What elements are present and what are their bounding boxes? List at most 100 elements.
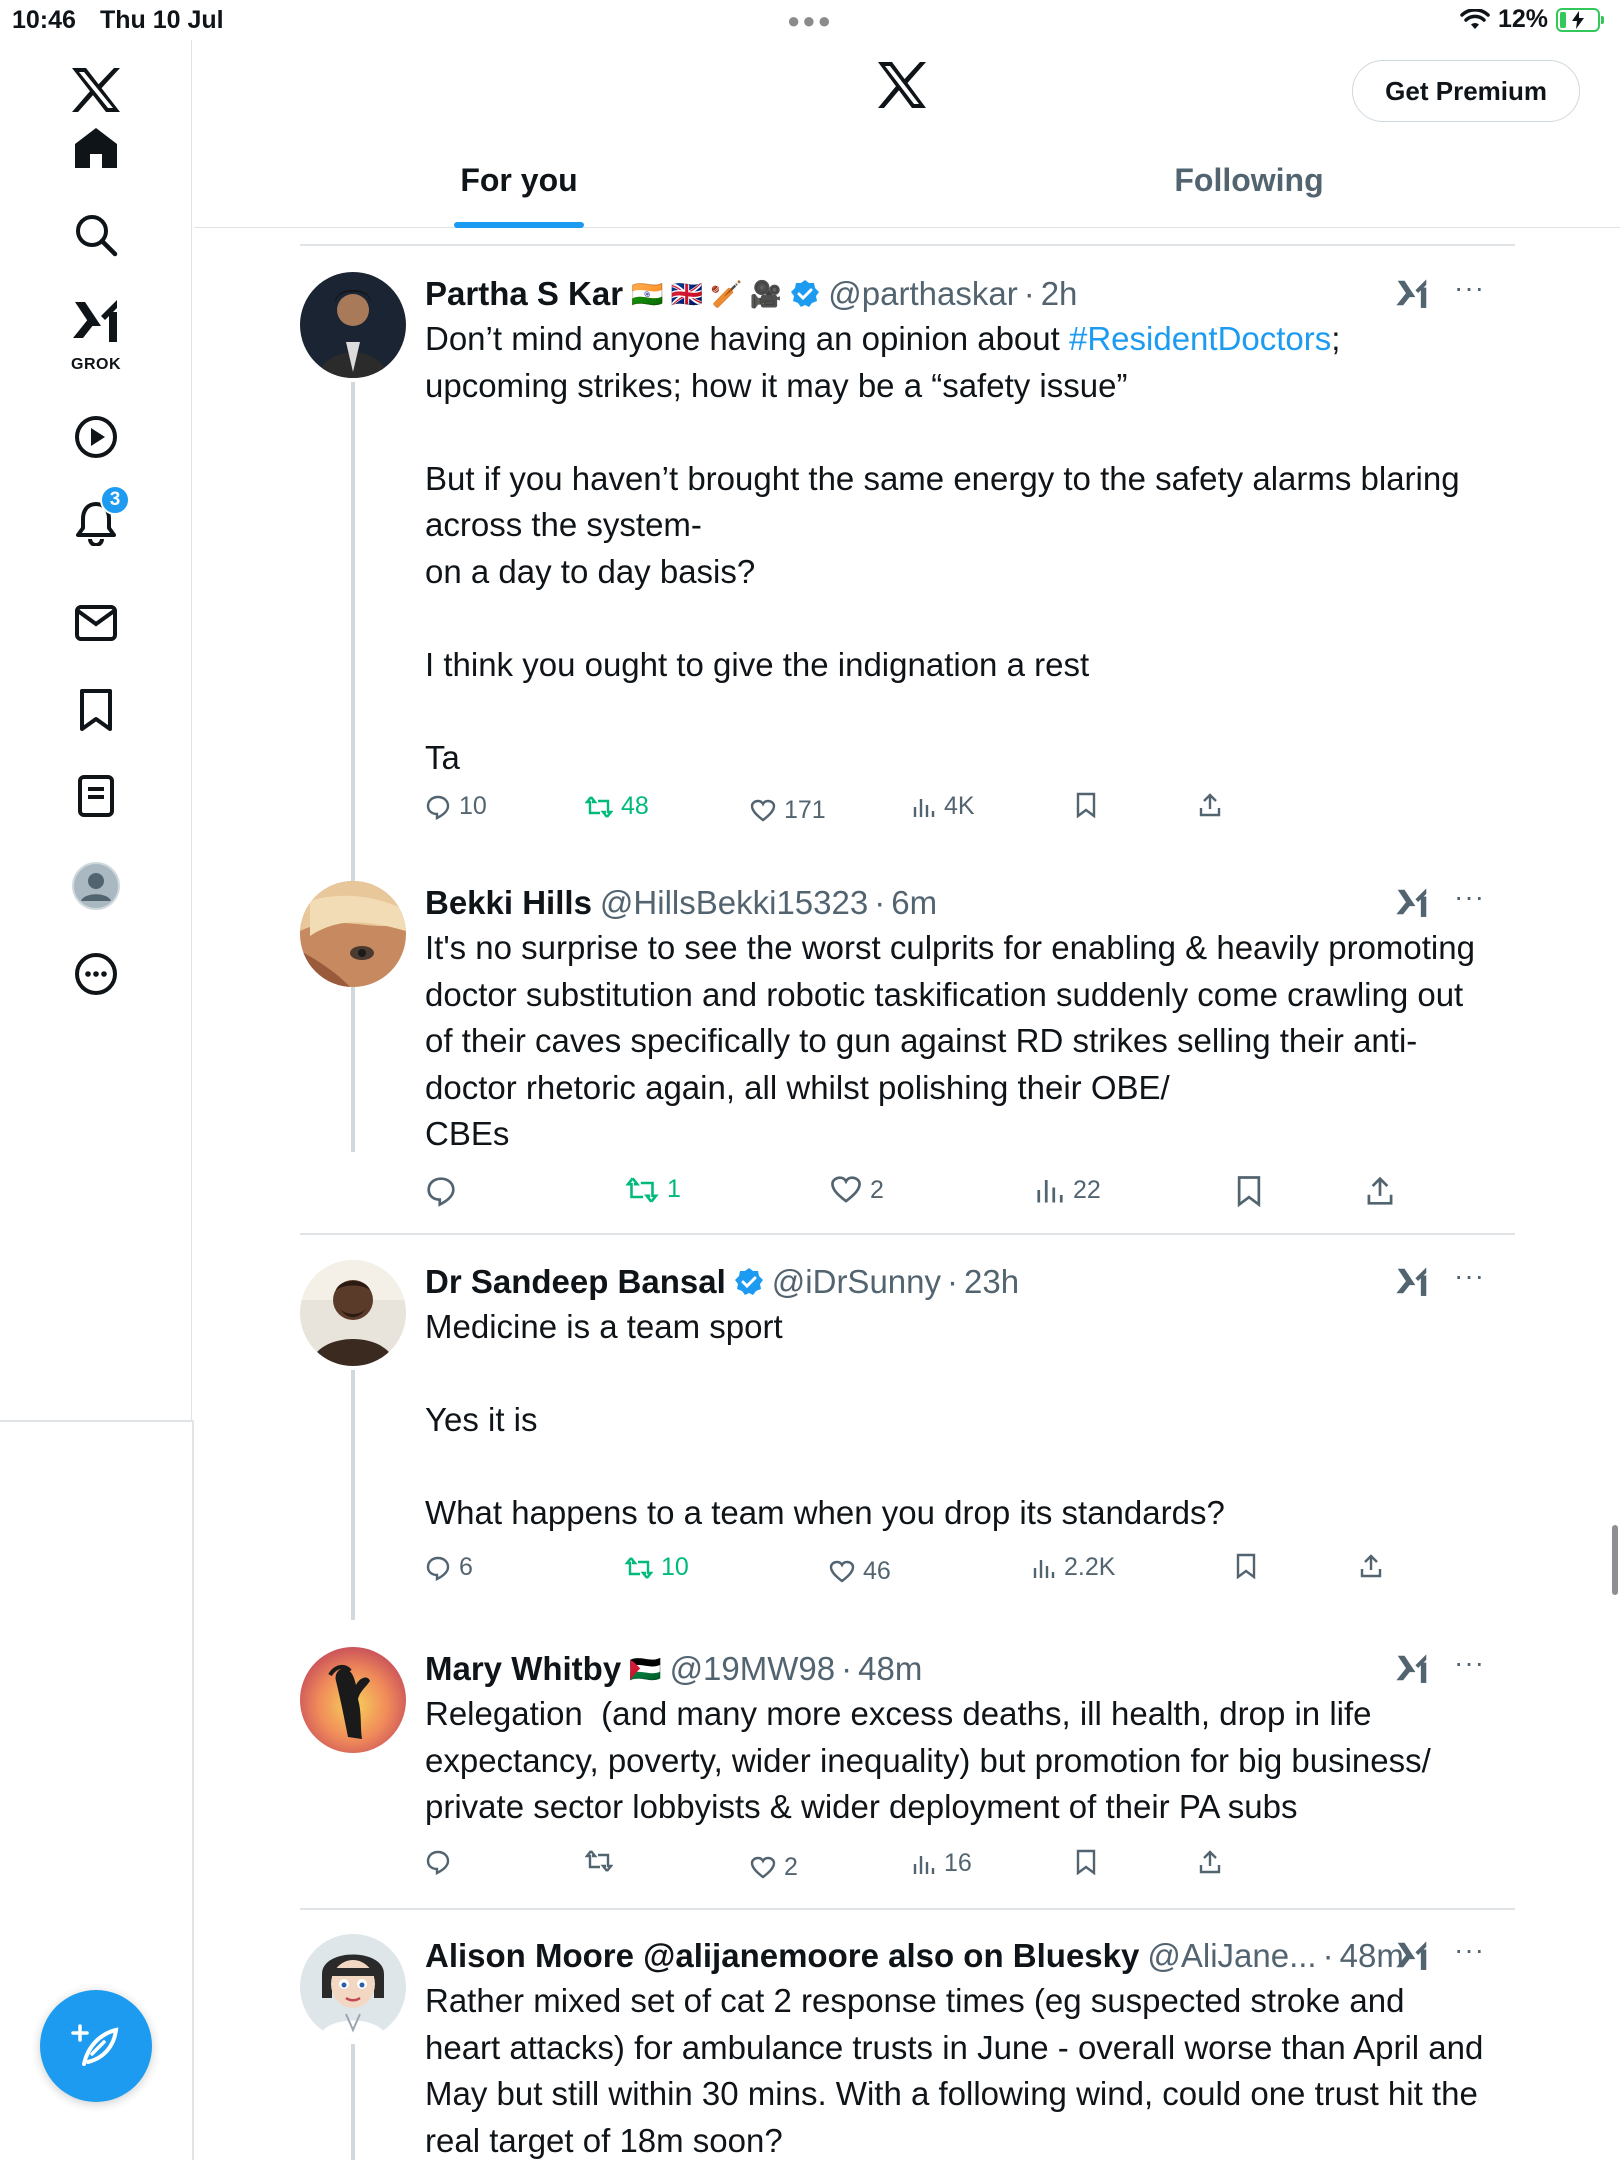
like-button[interactable]: 171 — [750, 796, 826, 825]
reply-button[interactable]: 6 — [425, 1553, 473, 1582]
grok-icon[interactable] — [1395, 1264, 1429, 1298]
tab-for-you[interactable]: For you — [444, 140, 594, 228]
divider — [300, 1233, 1515, 1235]
tweet-header: Partha S Kar 🇮🇳 🇬🇧 🏏 🎥 @parthaskar · 2h — [425, 272, 1485, 316]
separator-dot: · — [1322, 1937, 1334, 1974]
sidebar-item-video[interactable] — [56, 397, 136, 477]
reply-icon — [426, 1850, 450, 1875]
more-options-icon[interactable]: ··· — [1454, 1647, 1485, 1679]
share-button[interactable] — [1365, 1175, 1395, 1207]
author-name[interactable]: Alison Moore @alijanemoore also on Blues… — [425, 1937, 1139, 1975]
sidebar-item-search[interactable] — [56, 195, 136, 275]
views-button[interactable]: 2.2K — [1032, 1553, 1115, 1582]
author-handle[interactable]: @HillsBekki15323 — [600, 884, 868, 922]
tweet-time[interactable]: 23h — [964, 1263, 1019, 1301]
avatar[interactable] — [300, 881, 406, 987]
tweet[interactable]: Mary Whitby 🇵🇸 @19MW98 · 48m ··· Relegat… — [300, 1647, 1515, 1887]
author-name[interactable]: Partha S Kar — [425, 275, 623, 313]
views-button[interactable]: 16 — [912, 1849, 972, 1878]
multitasking-dots-icon[interactable]: ●●● — [787, 8, 833, 34]
share-button[interactable] — [1198, 792, 1222, 818]
tweet[interactable]: Bekki Hills @HillsBekki15323 · 6m ··· It… — [300, 881, 1515, 1221]
sidebar-item-more[interactable] — [56, 934, 136, 1014]
tweet[interactable]: Alison Moore @alijanemoore also on Blues… — [300, 1934, 1515, 2160]
tweet-time[interactable]: 2h — [1041, 275, 1078, 313]
tweet-header: Bekki Hills @HillsBekki15323 · 6m — [425, 881, 1485, 925]
bookmark-button[interactable] — [1235, 1553, 1257, 1579]
verified-badge-icon — [790, 279, 820, 309]
search-icon — [76, 215, 118, 257]
tab-for-you-label: For you — [460, 162, 578, 198]
tweet-body: Dr Sandeep Bansal @iDrSunny · 23h ··· Me… — [425, 1260, 1485, 1537]
more-options-icon[interactable]: ··· — [1454, 1934, 1485, 1966]
sidebar-border — [192, 1420, 194, 2160]
grok-icon[interactable] — [1395, 1651, 1429, 1685]
reply-button[interactable]: 10 — [425, 792, 487, 821]
retweet-button[interactable] — [585, 1849, 613, 1873]
author-name[interactable]: Dr Sandeep Bansal — [425, 1263, 726, 1301]
tweet-text: Don’t mind anyone having an opinion abou… — [425, 316, 1485, 781]
author-handle[interactable]: @parthaskar — [828, 275, 1017, 313]
compose-post-button[interactable] — [40, 1990, 152, 2102]
tweet-text: Rather mixed set of cat 2 response times… — [425, 1982, 1493, 2159]
more-options-icon[interactable]: ··· — [1454, 881, 1485, 913]
tab-following[interactable]: Following — [1154, 140, 1344, 228]
grok-icon[interactable] — [1395, 1938, 1429, 1972]
avatar[interactable] — [300, 1260, 406, 1366]
hashtag-link[interactable]: #ResidentDoctors — [1069, 320, 1331, 357]
more-options-icon[interactable]: ··· — [1454, 272, 1485, 304]
avatar[interactable] — [300, 1647, 406, 1753]
separator-dot: · — [947, 1263, 959, 1300]
like-button[interactable]: 46 — [829, 1557, 891, 1586]
scrollbar[interactable] — [1612, 1525, 1618, 1595]
x-logo-icon[interactable] — [876, 60, 928, 115]
reply-button[interactable] — [425, 1849, 451, 1875]
sidebar-item-messages[interactable] — [56, 583, 136, 663]
tweet-time[interactable]: 48m — [858, 1650, 922, 1688]
like-button[interactable]: 2 — [830, 1175, 884, 1205]
compose-feather-icon — [71, 2024, 119, 2066]
sidebar-item-notifications[interactable]: 3 — [56, 483, 136, 563]
views-button[interactable]: 4K — [912, 792, 975, 821]
share-button[interactable] — [1198, 1849, 1222, 1875]
author-handle[interactable]: @19MW98 — [670, 1650, 836, 1688]
author-name[interactable]: Mary Whitby — [425, 1650, 621, 1688]
bookmark-button[interactable] — [1075, 792, 1097, 818]
grok-icon[interactable] — [1395, 276, 1429, 310]
bookmark-button[interactable] — [1075, 1849, 1097, 1875]
retweet-button[interactable]: 1 — [625, 1175, 681, 1204]
like-button[interactable]: 2 — [750, 1853, 798, 1882]
author-handle[interactable]: @AliJane... — [1147, 1937, 1316, 1975]
reply-count: 6 — [459, 1553, 473, 1581]
bookmark-button[interactable] — [1235, 1175, 1263, 1207]
sidebar-item-bookmarks[interactable] — [56, 670, 136, 750]
avatar[interactable] — [300, 272, 406, 378]
sidebar-item-lists[interactable] — [56, 756, 136, 836]
reply-button[interactable] — [425, 1175, 457, 1207]
avatar[interactable] — [300, 1934, 406, 2040]
views-button[interactable]: 22 — [1035, 1175, 1101, 1205]
retweet-button[interactable]: 48 — [585, 792, 649, 821]
more-options-icon[interactable]: ··· — [1454, 1260, 1485, 1292]
grok-icon[interactable] — [1395, 885, 1429, 919]
tweet-text-part: Don’t mind anyone having an opinion abou… — [425, 320, 1069, 357]
get-premium-button[interactable]: Get Premium — [1352, 60, 1580, 122]
sidebar-item-profile[interactable] — [56, 846, 136, 926]
author-handle[interactable]: @iDrSunny — [772, 1263, 941, 1301]
tweet[interactable]: Dr Sandeep Bansal @iDrSunny · 23h ··· Me… — [300, 1260, 1515, 1620]
video-play-icon — [75, 416, 117, 458]
timeline-header: Get Premium For you Following — [194, 40, 1620, 228]
sidebar-item-grok[interactable]: GROK — [56, 280, 136, 380]
author-name[interactable]: Bekki Hills — [425, 884, 592, 922]
status-bar: 10:46 Thu 10 Jul ●●● 12% — [0, 0, 1620, 40]
retweet-button[interactable]: 10 — [625, 1553, 689, 1582]
tweet-time[interactable]: 6m — [891, 884, 937, 922]
view-count: 16 — [944, 1849, 972, 1877]
views-chart-icon — [913, 798, 935, 817]
sidebar-item-home[interactable] — [56, 108, 136, 188]
share-button[interactable] — [1359, 1553, 1383, 1579]
separator-dot: · — [1023, 275, 1035, 312]
retweet-count: 10 — [661, 1553, 689, 1581]
thread-line — [351, 2044, 355, 2160]
tweet[interactable]: Partha S Kar 🇮🇳 🇬🇧 🏏 🎥 @parthaskar · 2h … — [300, 272, 1515, 1152]
